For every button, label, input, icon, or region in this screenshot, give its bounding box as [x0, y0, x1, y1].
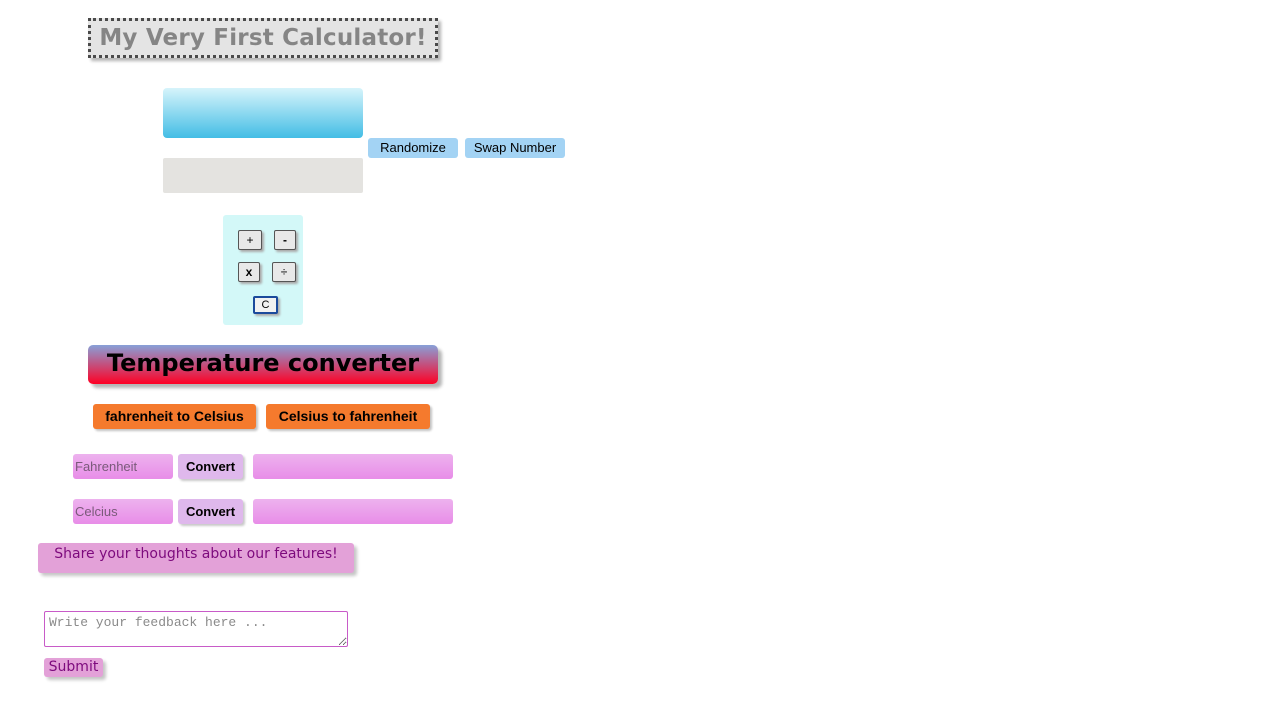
number-one-input[interactable] — [163, 88, 363, 138]
temperature-converter-heading: Temperature converter — [88, 345, 438, 384]
fahrenheit-convert-button[interactable]: Convert — [178, 454, 243, 479]
submit-button[interactable]: Submit — [44, 658, 103, 677]
celsius-input[interactable] — [73, 499, 173, 524]
number-two-input[interactable] — [163, 158, 363, 193]
add-button[interactable]: + — [238, 230, 262, 250]
fahrenheit-input[interactable] — [73, 454, 173, 479]
feedback-heading: Share your thoughts about our features! — [38, 543, 354, 573]
celsius-to-fahrenheit-button[interactable]: Celsius to fahrenheit — [266, 404, 430, 429]
fahrenheit-result — [253, 454, 453, 479]
celsius-result — [253, 499, 453, 524]
subtract-button[interactable]: - — [274, 230, 296, 250]
divide-button[interactable]: ÷ — [272, 262, 296, 282]
clear-button[interactable]: C — [253, 296, 278, 314]
feedback-textarea[interactable] — [44, 611, 348, 647]
swap-number-button[interactable]: Swap Number — [465, 138, 565, 158]
page-title: My Very First Calculator! — [88, 18, 438, 58]
celsius-convert-button[interactable]: Convert — [178, 499, 243, 524]
multiply-button[interactable]: x — [238, 262, 260, 282]
randomize-button[interactable]: Randomize — [368, 138, 458, 158]
fahrenheit-to-celsius-button[interactable]: fahrenheit to Celsius — [93, 404, 256, 429]
